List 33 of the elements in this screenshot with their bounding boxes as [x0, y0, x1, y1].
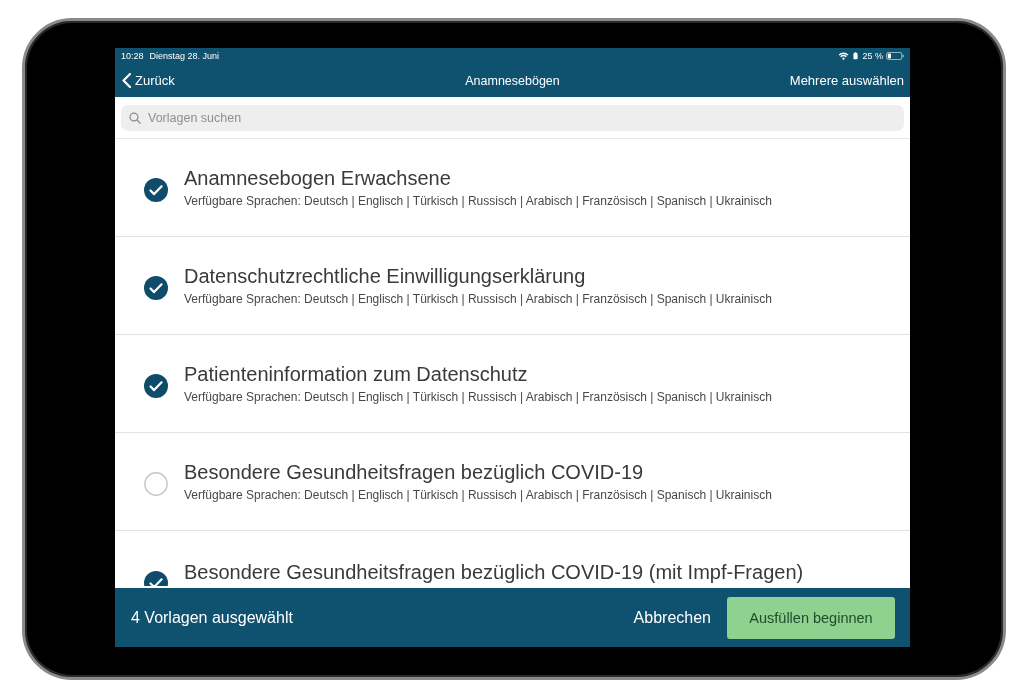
checked-circle-icon[interactable]: [144, 275, 168, 300]
select-multiple-button[interactable]: Mehrere auswählen: [789, 73, 904, 88]
battery-icon: [886, 52, 904, 60]
status-time: 10:28: [121, 51, 144, 61]
template-row[interactable]: Besondere Gesundheitsfragen bezüglich COVID-19 Verfügbare Sprachen: Deutsch | Englisch | Türkisch | Russisch | Arabisch | Französisch | Spanisch | Ukrainisch: [115, 433, 910, 531]
template-row[interactable]: Besondere Gesundheitsfragen bezüglich COVID-19 (mit Impf-Fragen): [115, 531, 910, 588]
template-title: Anamnesebogen Erwachsene: [184, 167, 452, 190]
start-button[interactable]: Ausfüllen beginnen: [727, 596, 895, 639]
battery-small-icon: [853, 52, 859, 60]
chevron-left-icon: [122, 73, 131, 88]
available-languages: Verfügbare Sprachen: Deutsch | Englisch | Türkisch | Russisch | Arabisch | Französisch | Spanisch | Ukrainisch: [184, 390, 772, 404]
available-languages: Verfügbare Sprachen: Deutsch | Englisch | Türkisch | Russisch | Arabisch | Französisch | Spanisch | Ukrainisch: [184, 194, 772, 208]
template-row[interactable]: Patienteninformation zum Datenschutz Verfügbare Sprachen: Deutsch | Englisch | Türkisch | Russisch | Arabisch | Französisch | Spanisch | Ukrainisch: [115, 335, 910, 433]
template-title: Besondere Gesundheitsfragen bezüglich COVID-19 (mit Impf-Fragen): [184, 561, 804, 584]
battery-percentage: 25 %: [862, 51, 883, 61]
checked-circle-icon[interactable]: [144, 177, 168, 202]
search-field[interactable]: Vorlagen suchen: [121, 105, 904, 131]
search-icon: [129, 112, 141, 124]
status-date: Dienstag 28. Juni: [149, 51, 220, 61]
screen-title: Anamnesebögen: [465, 73, 560, 88]
cancel-button[interactable]: Abbrechen: [633, 608, 711, 627]
template-title: Patienteninformation zum Datenschutz: [184, 363, 529, 386]
template-title: Besondere Gesundheitsfragen bezüglich COVID-19: [184, 461, 645, 484]
wifi-icon: [838, 52, 850, 60]
selection-count: 4 Vorlagen ausgewählt: [131, 608, 293, 627]
template-row[interactable]: Datenschutzrechtliche Einwilligungserklärung Verfügbare Sprachen: Deutsch | Englisch | Türkisch | Russisch | Arabisch | Französisch | Spanisch | Ukrainisch: [115, 237, 910, 335]
template-row[interactable]: Anamnesebogen Erwachsene Verfügbare Sprachen: Deutsch | Englisch | Türkisch | Russisch | Arabisch | Französisch | Spanisch | Ukrainisch: [115, 139, 910, 237]
available-languages: Verfügbare Sprachen: Deutsch | Englisch | Türkisch | Russisch | Arabisch | Französisch | Spanisch | Ukrainisch: [184, 488, 772, 502]
available-languages: Verfügbare Sprachen: Deutsch | Englisch | Türkisch | Russisch | Arabisch | Französisch | Spanisch | Ukrainisch: [184, 292, 772, 306]
search-input[interactable]: Vorlagen suchen: [146, 110, 896, 126]
checked-circle-icon[interactable]: [144, 373, 168, 398]
template-title: Datenschutzrechtliche Einwilligungserklärung: [184, 265, 587, 288]
back-button[interactable]: Zurück: [122, 73, 175, 88]
